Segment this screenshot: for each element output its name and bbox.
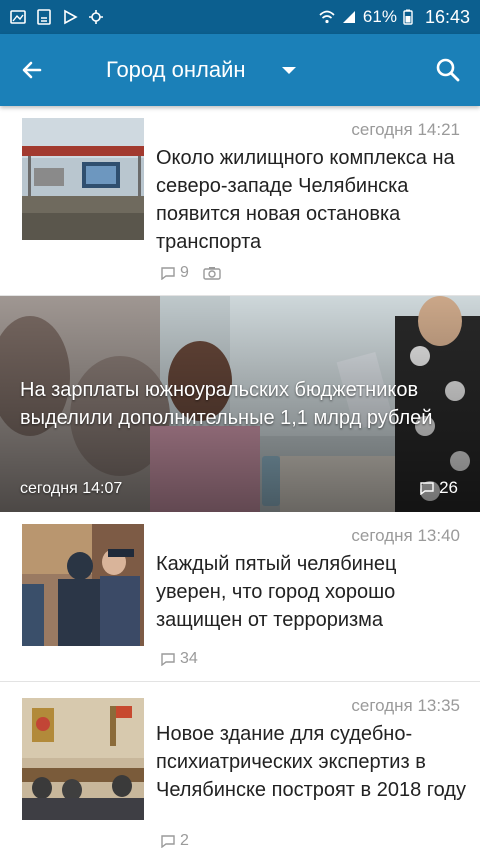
article-meta: 9 bbox=[160, 264, 221, 282]
clock: 16:43 bbox=[424, 6, 470, 27]
wifi-icon bbox=[319, 10, 335, 24]
arrow-left-icon bbox=[22, 61, 42, 79]
news-card[interactable]: сегодня 13:35 Новое здание для судебно-п… bbox=[0, 682, 480, 854]
comment-count: 34 bbox=[180, 650, 198, 667]
article-thumbnail bbox=[22, 118, 144, 240]
comment-icon bbox=[161, 267, 175, 280]
chevron-down-icon bbox=[281, 66, 296, 74]
article-headline: Новое здание для судебно-психиатрических… bbox=[156, 723, 466, 801]
battery-icon bbox=[403, 9, 413, 25]
gallery-notification-icon bbox=[10, 10, 26, 24]
article-thumbnail bbox=[22, 698, 144, 820]
article-headline: Каждый пятый челябинец уверен, что город… bbox=[156, 553, 397, 631]
article-meta: 34 bbox=[160, 650, 208, 668]
status-bar: 61% 16:43 bbox=[0, 0, 480, 34]
article-headline: Около жилищного комплекса на северо-запа… bbox=[156, 147, 455, 253]
article-time: сегодня 13:40 bbox=[351, 526, 460, 545]
app-bar: Город онлайн bbox=[0, 34, 480, 106]
article-time: сегодня 14:21 bbox=[351, 120, 460, 139]
news-card[interactable]: сегодня 14:21 Около жилищного комплекса … bbox=[0, 106, 480, 296]
status-right: 61% 16:43 bbox=[319, 7, 470, 28]
article-meta: 26 bbox=[419, 478, 458, 498]
comment-count: 9 bbox=[180, 264, 189, 281]
camera-icon bbox=[203, 267, 221, 280]
comment-icon bbox=[420, 482, 434, 495]
article-thumbnail bbox=[22, 524, 144, 646]
search-icon bbox=[436, 58, 460, 82]
notification-icons bbox=[10, 9, 104, 25]
comment-icon bbox=[161, 653, 175, 666]
play-store-icon bbox=[64, 9, 78, 25]
article-time: сегодня 14:07 bbox=[20, 480, 123, 497]
battery-percent: 61% bbox=[362, 7, 397, 26]
file-notification-icon bbox=[37, 9, 51, 25]
article-headline: На зарплаты южноуральских бюджетников вы… bbox=[20, 379, 433, 429]
featured-news-card[interactable]: На зарплаты южноуральских бюджетников вы… bbox=[0, 296, 480, 512]
comment-count: 2 bbox=[180, 832, 189, 849]
news-feed[interactable]: сегодня 14:21 Около жилищного комплекса … bbox=[0, 106, 480, 854]
back-button[interactable] bbox=[0, 34, 64, 106]
section-dropdown[interactable]: Город онлайн bbox=[106, 57, 296, 83]
search-button[interactable] bbox=[416, 34, 480, 106]
signal-icon bbox=[342, 11, 355, 23]
comment-count: 26 bbox=[439, 478, 458, 497]
article-time: сегодня 13:35 bbox=[351, 696, 460, 715]
app-title: Город онлайн bbox=[106, 57, 246, 82]
comment-icon bbox=[161, 835, 175, 848]
news-card[interactable]: сегодня 13:40 Каждый пятый челябинец уве… bbox=[0, 512, 480, 682]
article-meta: 2 bbox=[160, 832, 199, 850]
settings-notification-icon bbox=[89, 10, 103, 24]
